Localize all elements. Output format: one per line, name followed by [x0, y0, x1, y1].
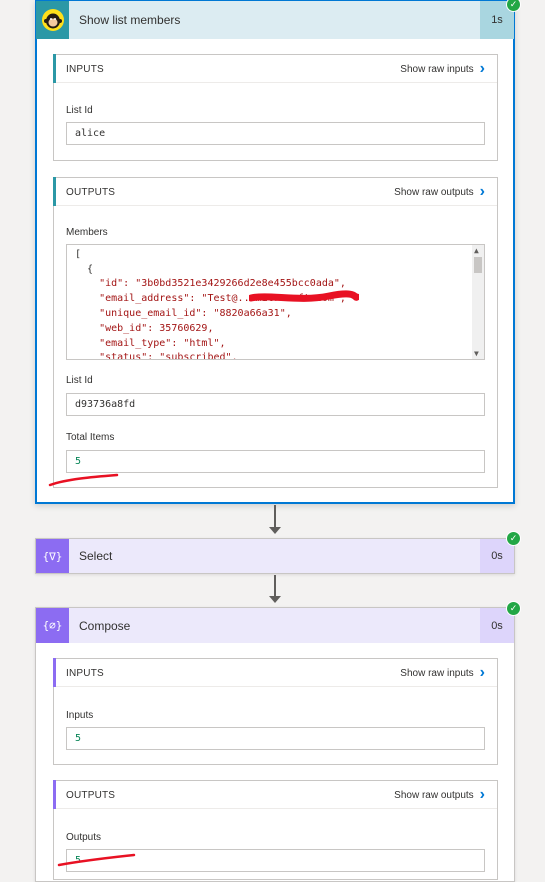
- flow-connector-line: [274, 575, 276, 598]
- json-line: "web_id": 35760629,: [75, 323, 214, 334]
- action-title: Select: [79, 549, 113, 563]
- flow-connector-line: [274, 505, 276, 529]
- flow-arrow-icon: [269, 527, 281, 534]
- scroll-thumb[interactable]: [474, 257, 482, 273]
- scroll-down-arrow-icon[interactable]: ▼: [474, 349, 479, 358]
- red-underline-annotation: [57, 853, 136, 867]
- inputs-field-value: 5: [66, 727, 485, 750]
- total-items-value: 5: [66, 450, 485, 473]
- json-scrollbar[interactable]: ▲ ▼: [472, 245, 484, 359]
- list-id-input-value: alice: [66, 122, 485, 145]
- flow-arrow-icon: [269, 596, 281, 603]
- scroll-up-arrow-icon[interactable]: ▲: [474, 246, 479, 255]
- inputs-heading: INPUTS: [66, 64, 104, 75]
- inputs-panel: INPUTS Show raw inputs › List Id alice: [53, 54, 498, 161]
- json-line: "email_type": "html",: [75, 338, 226, 349]
- members-label: Members: [66, 227, 108, 238]
- chevron-right-icon: ›: [479, 664, 485, 681]
- json-line: {: [75, 264, 94, 275]
- outputs-panel-header: OUTPUTS Show raw outputs ›: [53, 177, 497, 206]
- json-line: "unique_email_id": "8820a66a31",: [75, 308, 292, 319]
- show-raw-outputs-label: Show raw outputs: [394, 789, 474, 801]
- show-raw-outputs-link[interactable]: Show raw outputs ›: [394, 787, 485, 803]
- red-underline-annotation: [48, 473, 119, 487]
- outputs-panel: OUTPUTS Show raw outputs › Members [ { "…: [53, 177, 498, 488]
- outputs-heading: OUTPUTS: [66, 790, 116, 801]
- mailchimp-monkey-icon: [36, 1, 69, 39]
- json-line: "status": "subscribed",: [75, 352, 238, 360]
- output-list-id-value: d93736a8fd: [66, 393, 485, 416]
- output-list-id-label: List Id: [66, 375, 93, 386]
- success-check-icon: ✓: [506, 531, 521, 546]
- show-raw-outputs-label: Show raw outputs: [394, 186, 474, 198]
- total-items-label: Total Items: [66, 432, 115, 443]
- show-raw-inputs-label: Show raw inputs: [400, 63, 474, 75]
- chevron-right-icon: ›: [479, 786, 485, 803]
- show-raw-outputs-link[interactable]: Show raw outputs ›: [394, 184, 485, 200]
- inputs-panel: INPUTS Show raw inputs › Inputs 5: [53, 658, 498, 765]
- redaction-mark: [249, 290, 359, 302]
- show-raw-inputs-link[interactable]: Show raw inputs ›: [400, 61, 485, 77]
- chevron-right-icon: ›: [479, 60, 485, 77]
- success-check-icon: ✓: [506, 601, 521, 616]
- action-title: Compose: [79, 618, 131, 633]
- outputs-panel-header: OUTPUTS Show raw outputs ›: [53, 780, 497, 809]
- action-card-show-list-members[interactable]: Show list members 1s INPUTS Show raw inp…: [35, 0, 515, 504]
- select-braces-icon: {∇}: [36, 539, 69, 573]
- inputs-heading: INPUTS: [66, 668, 104, 679]
- action-header-compose[interactable]: {⌀} Compose 0s: [36, 608, 514, 643]
- show-raw-inputs-link[interactable]: Show raw inputs ›: [400, 665, 485, 681]
- outputs-field-label: Outputs: [66, 832, 102, 843]
- list-id-label: List Id: [66, 105, 93, 116]
- action-header-select[interactable]: {∇} Select 0s: [36, 539, 514, 573]
- json-line: "id": "3b0bd3521e3429266d2e8e455bcc0ada"…: [75, 278, 346, 289]
- inputs-panel-header: INPUTS Show raw inputs ›: [53, 54, 497, 83]
- action-header-show-list-members[interactable]: Show list members 1s: [36, 1, 514, 39]
- inputs-panel-header: INPUTS Show raw inputs ›: [53, 658, 497, 687]
- outputs-heading: OUTPUTS: [66, 187, 116, 198]
- inputs-field-label: Inputs: [66, 710, 94, 721]
- action-title: Show list members: [79, 13, 181, 27]
- action-card-compose[interactable]: {⌀} Compose 0s INPUTS Show raw inputs › …: [35, 607, 515, 882]
- success-check-icon: ✓: [506, 0, 521, 12]
- action-card-select[interactable]: {∇} Select 0s: [35, 538, 515, 574]
- compose-braces-icon: {⌀}: [36, 608, 69, 643]
- chevron-right-icon: ›: [479, 183, 485, 200]
- show-raw-inputs-label: Show raw inputs: [400, 667, 474, 679]
- json-line: [: [75, 249, 82, 260]
